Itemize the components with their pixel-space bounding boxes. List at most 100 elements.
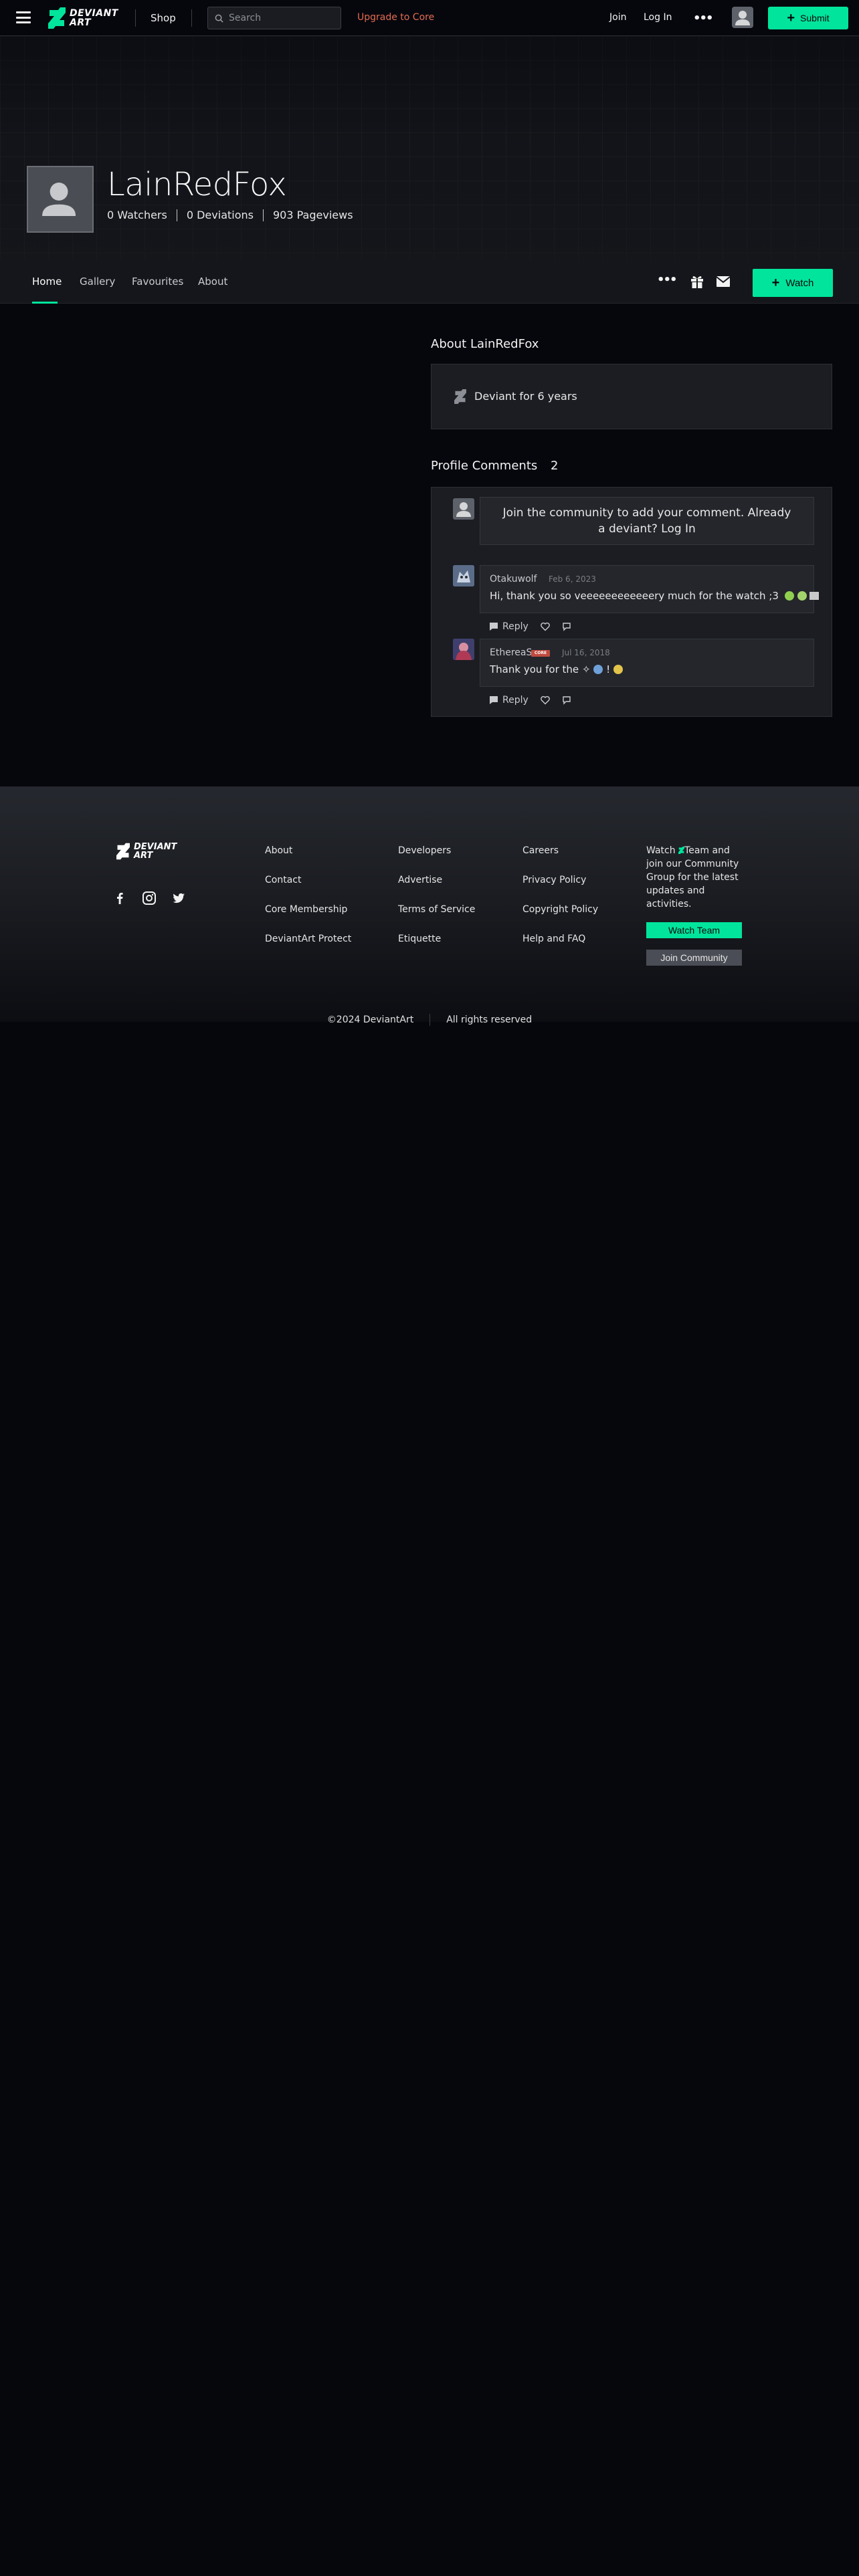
heart-icon[interactable]: [540, 622, 550, 631]
comment-actions: Reply: [489, 693, 583, 707]
watch-team-button[interactable]: Watch Team: [646, 922, 742, 938]
comment-author[interactable]: EthereaS: [490, 647, 532, 658]
profile-banner: [0, 36, 859, 261]
share-icon[interactable]: [562, 695, 571, 705]
search-icon: [215, 14, 223, 23]
deviantart-logo-icon: [678, 847, 685, 854]
active-tab-indicator: [32, 302, 58, 304]
plus-icon: +: [787, 11, 795, 25]
footer-link-help-and-faq[interactable]: Help and FAQ: [522, 934, 585, 944]
more-options-icon[interactable]: •••: [693, 11, 713, 25]
instagram-icon[interactable]: [142, 891, 157, 905]
reply-button[interactable]: Reply: [489, 621, 529, 632]
speech-bubble-icon: [490, 696, 498, 704]
divider: [191, 9, 192, 27]
comment-card: Otakuwolf Feb 6, 2023 Hi, thank you so v…: [480, 565, 820, 613]
divider: [262, 209, 264, 221]
submit-button-label: Submit: [800, 13, 830, 23]
comments-panel: Join the community to add your comment. …: [431, 487, 832, 717]
comment-text-tail: !: [606, 663, 611, 675]
facebook-icon[interactable]: [112, 891, 127, 905]
footer-link-contact[interactable]: Contact: [265, 875, 301, 885]
pageviews-count: 903 Pageviews: [272, 209, 353, 221]
watch-team-text: Watch Team and join our Community Group …: [646, 844, 747, 911]
footer-logo[interactable]: DEVIANT ART: [116, 843, 177, 860]
emoji-icon: [809, 592, 820, 600]
deviations-count[interactable]: 0 Deviations: [187, 209, 254, 221]
profile-comments-heading: Profile Comments 2: [431, 459, 558, 473]
gift-icon[interactable]: [690, 274, 704, 289]
emoji-icon: [613, 665, 623, 674]
copyright-text: ©2024 DeviantArt: [326, 1014, 414, 1025]
comment-text: Hi, thank you so veeeeeeeeeeeery much fo…: [490, 590, 820, 602]
footer-link-etiquette[interactable]: Etiquette: [398, 934, 441, 944]
upgrade-to-core-link[interactable]: Upgrade to Core: [357, 12, 434, 23]
footer-link-terms-of-service[interactable]: Terms of Service: [398, 904, 475, 915]
site-footer: DEVIANT ART About Contact Core Membershi…: [0, 786, 859, 1022]
join-community-button[interactable]: Join Community: [646, 950, 742, 966]
hamburger-menu-icon[interactable]: [16, 11, 31, 23]
user-avatar-icon[interactable]: [732, 7, 753, 28]
deviantart-wordmark: DEVIANT ART: [134, 842, 177, 861]
footer-link-careers[interactable]: Careers: [522, 845, 559, 856]
reply-button[interactable]: Reply: [489, 695, 529, 706]
comment-text-body: Thank you for the: [490, 663, 579, 675]
search-box[interactable]: [207, 7, 341, 29]
tab-home[interactable]: Home: [32, 276, 62, 288]
plus-icon: +: [771, 276, 780, 290]
profile-username: LainRedFox: [107, 166, 287, 203]
footer-link-core-membership[interactable]: Core Membership: [265, 904, 347, 915]
tab-about[interactable]: About: [198, 276, 227, 288]
profile-tabs: Home Gallery Favourites About ••• + Watc…: [0, 261, 859, 304]
deviant-since: Deviant for 6 years: [474, 390, 577, 403]
comment-text-body: Hi, thank you so veeeeeeeeeeeery much fo…: [490, 590, 779, 602]
comment-actions: Reply: [489, 620, 583, 633]
reply-label: Reply: [502, 695, 529, 706]
tab-favourites[interactable]: Favourites: [132, 276, 183, 288]
commenter-avatar[interactable]: [453, 639, 474, 660]
footer-link-about[interactable]: About: [265, 845, 292, 856]
comment-date[interactable]: Jul 16, 2018: [562, 648, 610, 657]
emoji-icon: [797, 591, 807, 601]
more-options-icon[interactable]: •••: [657, 273, 677, 287]
tab-gallery[interactable]: Gallery: [80, 276, 115, 288]
footer-link-advertise[interactable]: Advertise: [398, 875, 442, 885]
rights-text: All rights reserved: [446, 1014, 533, 1025]
watch-button[interactable]: + Watch: [753, 269, 833, 297]
footer-link-privacy-policy[interactable]: Privacy Policy: [522, 875, 586, 885]
profile-avatar: [27, 166, 94, 233]
comment-card: EthereaS CORE Jul 16, 2018 Thank you for…: [480, 639, 814, 687]
comment-date[interactable]: Feb 6, 2023: [549, 574, 596, 584]
emoji-icon: [593, 665, 603, 674]
deviantart-logo[interactable]: DEVIANT ART: [48, 7, 118, 29]
login-link[interactable]: Log In: [644, 12, 672, 23]
shop-link[interactable]: Shop: [151, 12, 176, 24]
comment-author[interactable]: Otakuwolf: [490, 574, 537, 584]
watchers-count[interactable]: 0 Watchers: [107, 209, 167, 221]
commenter-avatar[interactable]: [453, 565, 474, 586]
mail-icon[interactable]: [716, 276, 731, 288]
footer-link-copyright-policy[interactable]: Copyright Policy: [522, 904, 598, 915]
join-to-comment-prompt[interactable]: Join the community to add your comment. …: [480, 497, 814, 545]
guest-avatar-icon: [453, 498, 474, 520]
speech-bubble-icon: [490, 623, 498, 631]
watch-button-label: Watch: [785, 277, 814, 289]
emoji-icon: [784, 591, 794, 601]
divider: [135, 9, 136, 27]
core-badge: CORE: [531, 650, 550, 657]
comments-count: 2: [551, 459, 559, 473]
heart-icon[interactable]: [540, 695, 550, 705]
share-icon[interactable]: [562, 622, 571, 631]
submit-button[interactable]: + Submit: [768, 7, 848, 29]
search-input[interactable]: [229, 13, 329, 23]
footer-link-developers[interactable]: Developers: [398, 845, 451, 856]
about-heading: About LainRedFox: [431, 337, 539, 351]
about-panel: Deviant for 6 years: [431, 364, 832, 429]
deviantart-logo-icon: [48, 7, 66, 29]
join-link[interactable]: Join: [609, 12, 626, 23]
profile-stats: 0 Watchers 0 Deviations 903 Pageviews: [107, 209, 353, 221]
deviantart-logo-icon: [454, 389, 466, 404]
profile-comments-title: Profile Comments: [431, 459, 538, 473]
footer-link-deviantart-protect[interactable]: DeviantArt Protect: [265, 934, 351, 944]
twitter-icon[interactable]: [171, 891, 186, 905]
